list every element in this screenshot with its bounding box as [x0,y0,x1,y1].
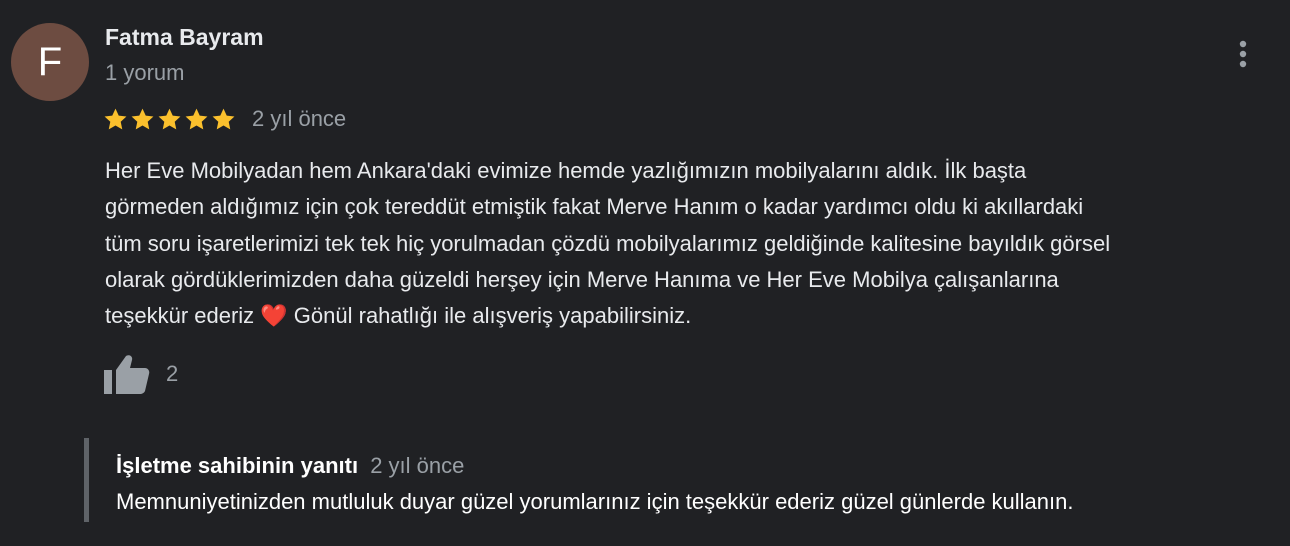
owner-reply: İşletme sahibinin yanıtı 2 yıl önce Memn… [84,438,1279,522]
review-text-line: görmeden aldığımız için çok tereddüt etm… [105,194,1084,220]
star-icon [104,108,127,129]
thumb-up-icon [104,355,150,394]
more-vert-icon [1239,40,1247,68]
review-card: F Fatma Bayram 1 yorum 2 yıl önce Her Ev… [0,0,1290,546]
like-count: 2 [166,361,179,386]
author-review-count: 1 yorum [105,60,185,85]
reply-title: İşletme sahibinin yanıtı [116,453,359,478]
star-icon [158,108,181,129]
review-text-line: tüm soru işaretlerimizi tek tek hiç yoru… [105,230,1111,256]
review-text-line: olarak gördüklerimizden daha güzeldi her… [105,266,1059,292]
more-options-button[interactable] [1228,36,1258,72]
avatar-initial: F [37,39,63,84]
avatar[interactable]: F [11,23,89,101]
star-icon [212,108,235,129]
author-name[interactable]: Fatma Bayram [105,24,264,51]
reply-text: Memnuniyetinizden mutluluk duyar güzel y… [116,489,1074,514]
review-text: Her Eve Mobilyadan hem Ankara'daki evimi… [105,153,1290,334]
review-date: 2 yıl önce [252,106,347,131]
reply-date: 2 yıl önce [370,453,465,478]
star-icon [185,108,208,129]
like-button[interactable] [104,353,152,395]
like-row: 2 [104,353,178,395]
star-rating [103,107,238,132]
review-text-line: Her Eve Mobilyadan hem Ankara'daki evimi… [105,158,1027,183]
review-text-line: teşekkür ederiz ❤️ Gönül rahatlığı ile a… [105,303,692,329]
reply-header: İşletme sahibinin yanıtı 2 yıl önce [116,453,464,479]
star-icon [131,108,154,129]
rating-row: 2 yıl önce [103,104,346,134]
